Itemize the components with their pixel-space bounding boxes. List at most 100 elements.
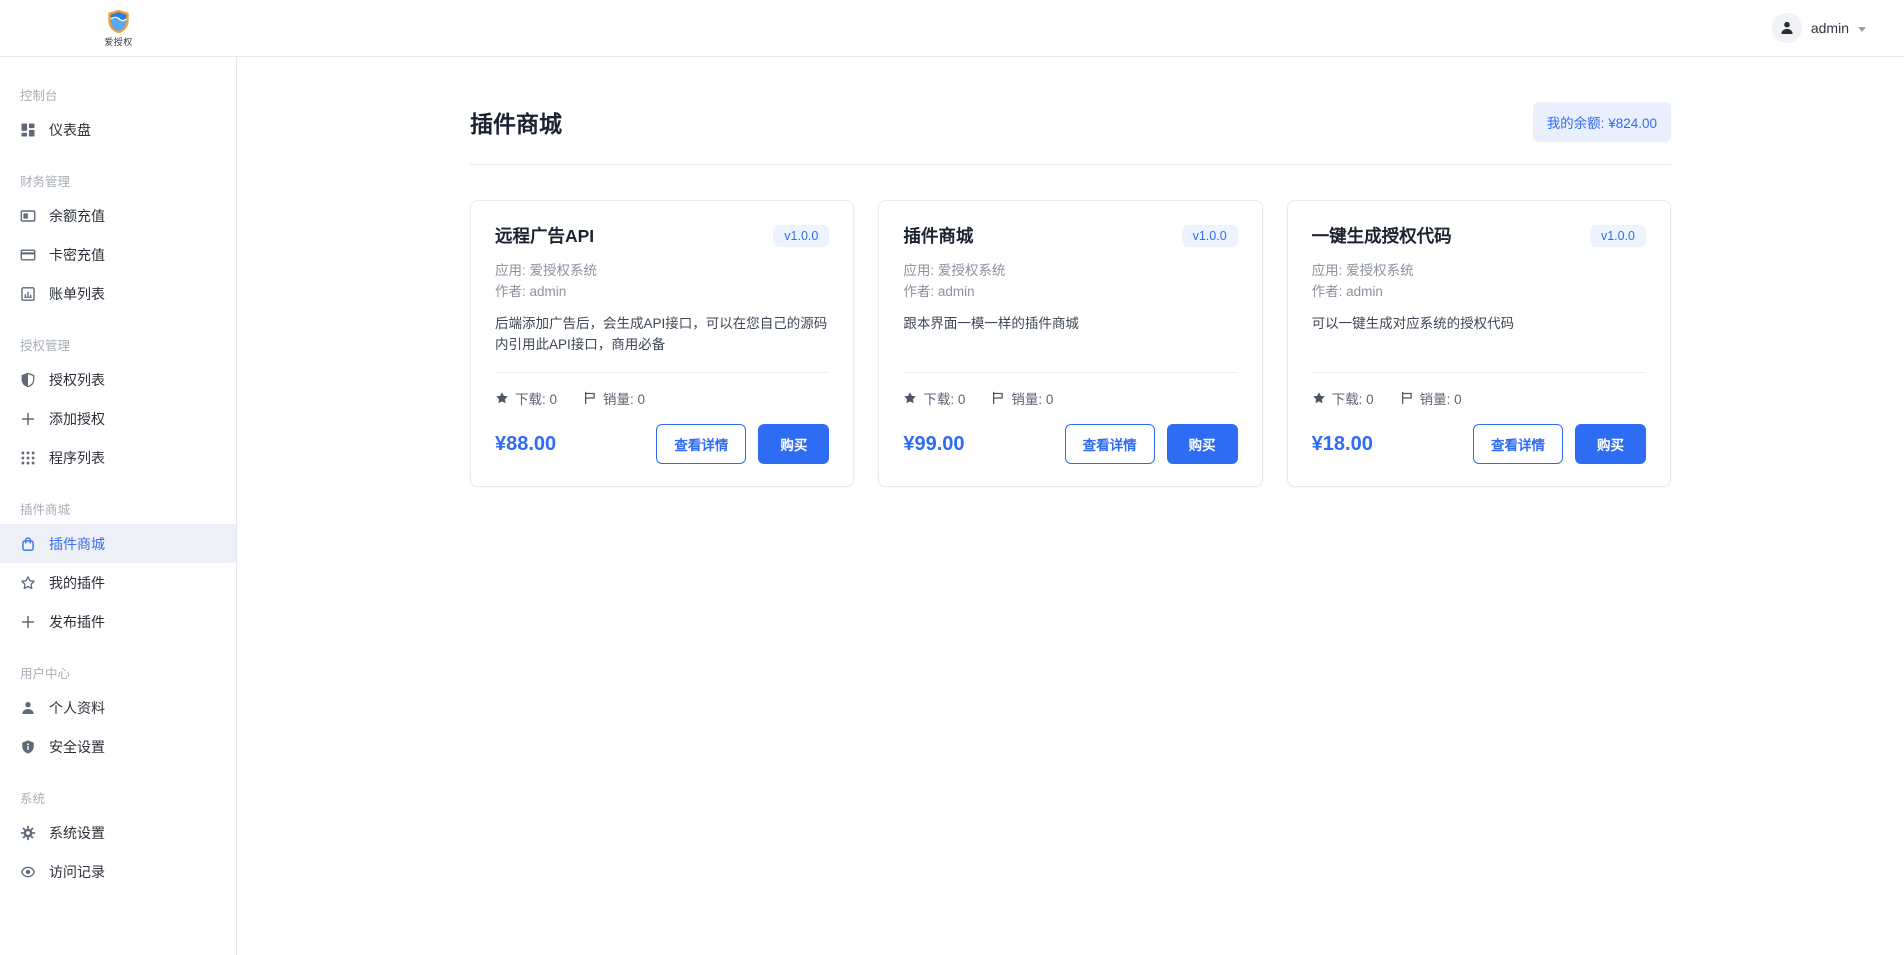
view-details-button[interactable]: 查看详情 (1065, 424, 1155, 464)
plugin-card: 插件商城 v1.0.0 应用: 爱授权系统 作者: admin 跟本界面一模一样… (878, 200, 1262, 487)
nav-section-finance: 财务管理 余额充值 卡密充值 账单列表 (0, 171, 236, 313)
plugin-stats: 下载: 0 销量: 0 (903, 388, 1237, 408)
security-shield-icon (20, 739, 36, 755)
price: ¥18.00 (1312, 433, 1373, 456)
plugin-description: 可以一键生成对应系统的授权代码 (1312, 313, 1646, 359)
logo-box: 爱授权 (0, 9, 237, 48)
star-icon (903, 391, 917, 405)
sidebar-item-program-list[interactable]: 程序列表 (0, 438, 236, 477)
plugin-card-grid: 远程广告API v1.0.0 应用: 爱授权系统 作者: admin 后端添加广… (470, 200, 1671, 487)
buy-button[interactable]: 购买 (758, 424, 829, 464)
plugin-app: 应用: 爱授权系统 (1312, 260, 1646, 281)
sales-stat: 销量: 0 (583, 388, 645, 408)
sidebar-item-my-plugins[interactable]: 我的插件 (0, 563, 236, 602)
title-divider (470, 164, 1671, 165)
sidebar-item-balance-recharge[interactable]: 余额充值 (0, 196, 236, 235)
nav-section-label: 用户中心 (0, 663, 236, 682)
plus-icon (20, 411, 36, 427)
sidebar-item-security-settings[interactable]: 安全设置 (0, 727, 236, 766)
card-divider (495, 372, 829, 373)
sidebar-item-access-log[interactable]: 访问记录 (0, 852, 236, 891)
plugin-description: 跟本界面一模一样的插件商城 (903, 313, 1237, 359)
plugin-title: 一键生成授权代码 (1312, 223, 1452, 248)
sidebar-item-card-recharge[interactable]: 卡密充值 (0, 235, 236, 274)
downloads-label: 下载: 0 (1332, 388, 1374, 408)
sidebar-item-label: 仪表盘 (49, 120, 91, 140)
eye-icon (20, 864, 36, 880)
star-icon (20, 575, 36, 591)
view-details-button[interactable]: 查看详情 (1473, 424, 1563, 464)
sidebar-item-license-list[interactable]: 授权列表 (0, 360, 236, 399)
nav-section-license: 授权管理 授权列表 添加授权 程序列表 (0, 335, 236, 477)
sidebar-item-system-settings[interactable]: 系统设置 (0, 813, 236, 852)
shield-logo-icon (106, 9, 131, 34)
dashboard-icon (20, 122, 36, 138)
sidebar-item-label: 个人资料 (49, 698, 105, 718)
plugin-stats: 下载: 0 销量: 0 (1312, 388, 1646, 408)
view-details-button[interactable]: 查看详情 (656, 424, 746, 464)
version-badge: v1.0.0 (1182, 225, 1238, 247)
sales-label: 销量: 0 (1420, 388, 1462, 408)
nav-section-label: 插件商城 (0, 499, 236, 518)
nav-section-label: 系统 (0, 788, 236, 807)
buy-button[interactable]: 购买 (1167, 424, 1238, 464)
nav-section-user-center: 用户中心 个人资料 安全设置 (0, 663, 236, 766)
plugin-stats: 下载: 0 销量: 0 (495, 388, 829, 408)
sales-label: 销量: 0 (603, 388, 645, 408)
sidebar-item-add-license[interactable]: 添加授权 (0, 399, 236, 438)
card-divider (1312, 372, 1646, 373)
sidebar-item-label: 发布插件 (49, 612, 105, 632)
price: ¥99.00 (903, 433, 964, 456)
nav-section-system: 系统 系统设置 访问记录 (0, 788, 236, 891)
plugin-card: 远程广告API v1.0.0 应用: 爱授权系统 作者: admin 后端添加广… (470, 200, 854, 487)
sidebar-item-label: 余额充值 (49, 206, 105, 226)
sidebar-item-label: 安全设置 (49, 737, 105, 757)
header-right: admin (237, 13, 1904, 43)
version-badge: v1.0.0 (1590, 225, 1646, 247)
sidebar-item-label: 卡密充值 (49, 245, 105, 265)
version-badge: v1.0.0 (773, 225, 829, 247)
sidebar-item-label: 我的插件 (49, 573, 105, 593)
downloads-stat: 下载: 0 (495, 388, 557, 408)
balance-badge: 我的余额: ¥824.00 (1533, 102, 1671, 142)
flag-icon (991, 391, 1005, 405)
plugin-card: 一键生成授权代码 v1.0.0 应用: 爱授权系统 作者: admin 可以一键… (1287, 200, 1671, 487)
downloads-stat: 下载: 0 (1312, 388, 1374, 408)
sidebar-item-label: 插件商城 (49, 534, 105, 554)
sidebar-item-label: 系统设置 (49, 823, 105, 843)
star-icon (495, 391, 509, 405)
sidebar-item-profile[interactable]: 个人资料 (0, 688, 236, 727)
sidebar-item-label: 程序列表 (49, 448, 105, 468)
downloads-label: 下载: 0 (515, 388, 557, 408)
sidebar-item-label: 授权列表 (49, 370, 105, 390)
plugin-app: 应用: 爱授权系统 (903, 260, 1237, 281)
sidebar-item-bill-list[interactable]: 账单列表 (0, 274, 236, 313)
sales-stat: 销量: 0 (991, 388, 1053, 408)
sidebar-item-label: 账单列表 (49, 284, 105, 304)
user-icon (20, 700, 36, 716)
shield-icon (20, 372, 36, 388)
sales-label: 销量: 0 (1011, 388, 1053, 408)
sidebar-item-publish-plugin[interactable]: 发布插件 (0, 602, 236, 641)
app-logo[interactable]: 爱授权 (104, 9, 133, 48)
flag-icon (583, 391, 597, 405)
chevron-down-icon (1858, 27, 1866, 32)
flag-icon (1400, 391, 1414, 405)
gear-icon (20, 825, 36, 841)
plugin-author: 作者: admin (903, 281, 1237, 302)
sidebar: 控制台 仪表盘 财务管理 余额充值 卡密充值 账单列表 (0, 57, 237, 955)
wallet-icon (20, 208, 36, 224)
apps-icon (20, 450, 36, 466)
logo-text: 爱授权 (104, 35, 133, 48)
page-title: 插件商城 (470, 105, 562, 139)
user-menu[interactable]: admin (1772, 13, 1866, 43)
plugin-author: 作者: admin (1312, 281, 1646, 302)
main-content: 插件商城 我的余额: ¥824.00 远程广告API v1.0.0 应用: 爱授… (237, 0, 1904, 487)
price: ¥88.00 (495, 433, 556, 456)
buy-button[interactable]: 购买 (1575, 424, 1646, 464)
sidebar-item-plugin-market[interactable]: 插件商城 (0, 524, 236, 563)
sidebar-item-label: 访问记录 (49, 862, 105, 882)
sidebar-item-dashboard[interactable]: 仪表盘 (0, 110, 236, 149)
avatar (1772, 13, 1802, 43)
sales-stat: 销量: 0 (1400, 388, 1462, 408)
